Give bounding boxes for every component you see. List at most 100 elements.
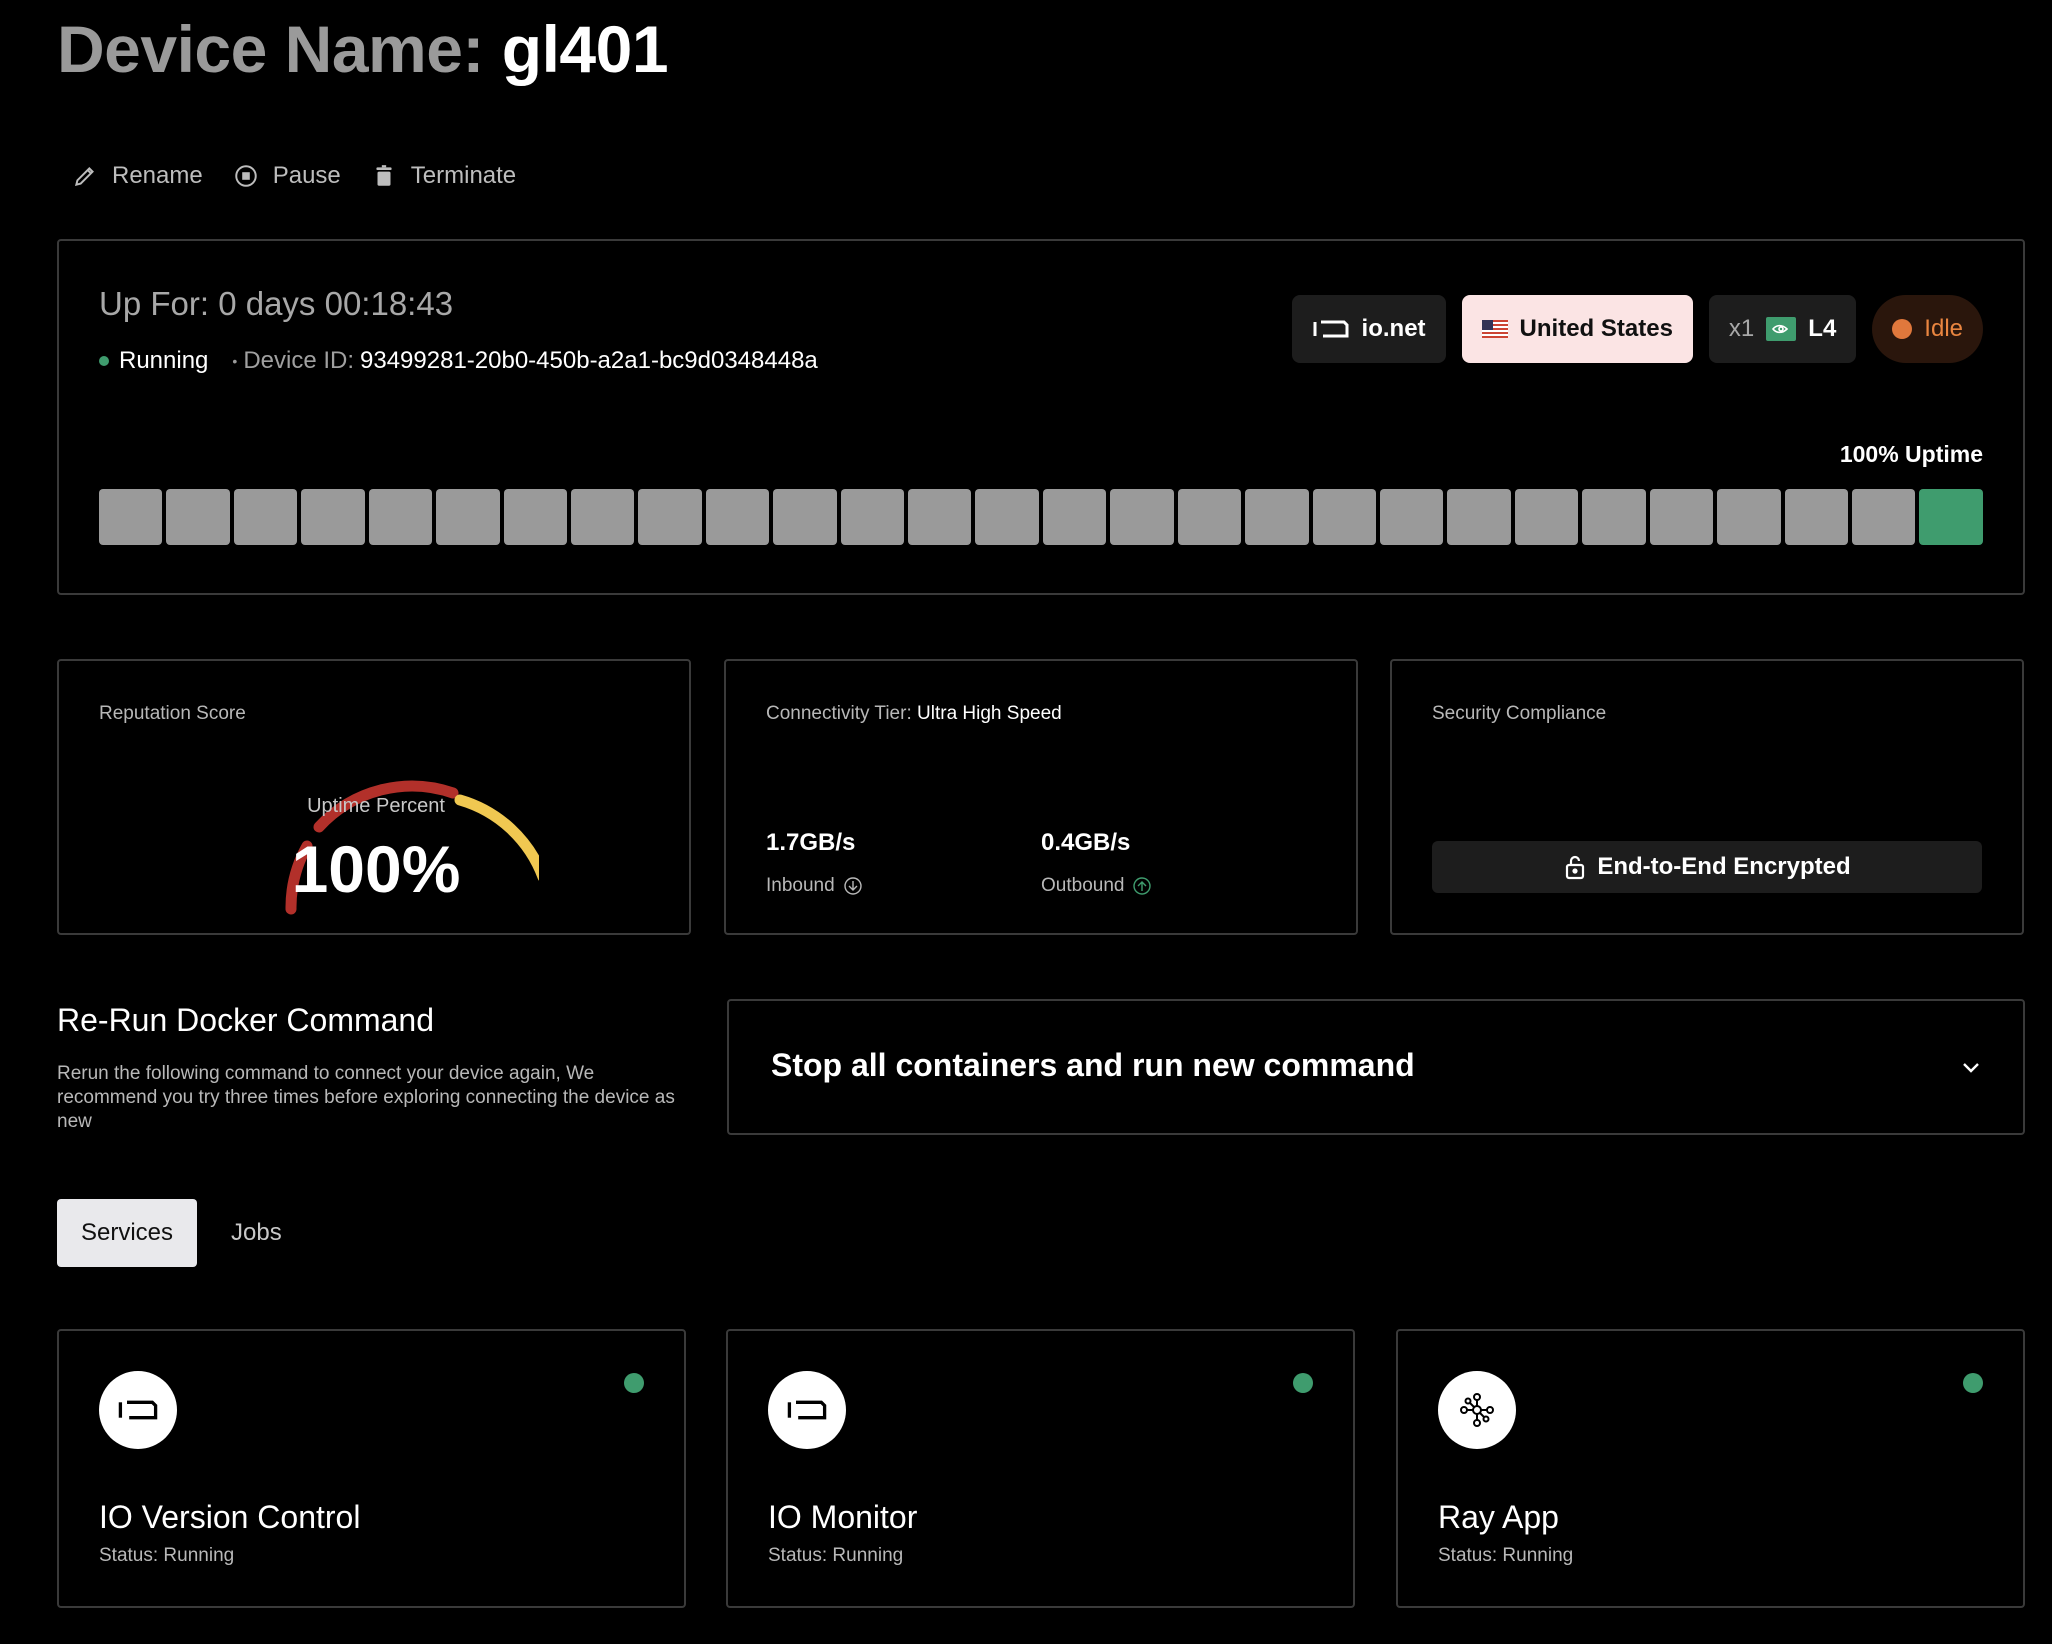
uptime-bar	[1919, 489, 1983, 545]
tab-services[interactable]: Services	[57, 1199, 198, 1267]
gauge-value: 100%	[291, 832, 461, 906]
tab-jobs[interactable]: Jobs	[207, 1199, 306, 1267]
io-logo-icon	[118, 1400, 158, 1420]
uptime-bar	[1380, 489, 1444, 545]
uptime-bar	[840, 489, 905, 545]
service-status: Status: Running	[99, 1545, 235, 1566]
uptime-bar	[1245, 489, 1309, 545]
uptime-bar	[1177, 489, 1242, 545]
device-name: gl401	[501, 12, 669, 86]
uptime-bar	[705, 489, 770, 545]
service-name: IO Monitor	[768, 1499, 918, 1535]
uptime-bar	[1649, 489, 1714, 545]
page-title: Device Name: gl401	[57, 10, 669, 89]
uptime-panel: Up For: 0 days 00:18:43 Running • Device…	[57, 239, 2025, 595]
device-badges: io.net United States x1 L4 Idle	[1291, 295, 1983, 363]
io-logo-icon	[787, 1400, 827, 1420]
uptime-bar	[1582, 489, 1646, 545]
uptime-bar	[1447, 489, 1511, 545]
connectivity-tier: Ultra High Speed	[917, 703, 1062, 724]
rename-button[interactable]: Rename	[72, 162, 203, 190]
service-status-dot-icon	[1293, 1373, 1313, 1393]
state-badge: Idle	[1872, 295, 1983, 363]
terminate-button[interactable]: Terminate	[371, 162, 516, 190]
chevron-down-icon	[1963, 1063, 1979, 1073]
pencil-icon	[74, 167, 94, 187]
terminate-label: Terminate	[410, 162, 517, 189]
gpu-model: L4	[1808, 315, 1837, 342]
uptime-bar	[503, 489, 567, 545]
uptime-bar	[301, 489, 365, 545]
us-flag-icon	[1481, 320, 1508, 338]
uptime-bar	[436, 489, 500, 545]
security-card: Security Compliance End-to-End Encrypted	[1390, 659, 2024, 935]
arrow-down-circle-icon	[843, 877, 862, 895]
outbound-stat: 0.4GB/s Outbound	[1041, 829, 1152, 897]
encryption-label: End-to-End Encrypted	[1597, 853, 1851, 880]
docker-selected-option: Stop all containers and run new command	[771, 1047, 1415, 1083]
rename-label: Rename	[112, 162, 203, 189]
security-label: Security Compliance	[1432, 703, 1607, 724]
inbound-label-row: Inbound	[766, 875, 863, 897]
uptime-bar	[638, 489, 702, 545]
outbound-value: 0.4GB/s	[1041, 829, 1131, 856]
country-badge: United States	[1461, 295, 1693, 363]
service-icon	[768, 1371, 846, 1449]
service-status: Status: Running	[1438, 1545, 1574, 1566]
ray-icon	[1460, 1393, 1494, 1427]
connectivity-tier-label: Connectivity Tier:	[766, 703, 912, 724]
docker-description: Rerun the following command to connect y…	[57, 1063, 675, 1132]
title-prefix: Device Name:	[57, 12, 502, 86]
docker-section-title: Re-Run Docker Command	[57, 1002, 435, 1038]
service-status-dot-icon	[1963, 1373, 1983, 1393]
uptime-bar	[233, 489, 298, 545]
lock-icon	[1566, 855, 1585, 880]
outbound-label: Outbound	[1041, 875, 1125, 896]
io-logo-icon	[1313, 320, 1349, 338]
service-card[interactable]: IO Version Control Status: Running	[57, 1329, 686, 1608]
uptime-bar	[166, 489, 230, 545]
nvidia-icon	[1766, 317, 1797, 341]
service-card[interactable]: IO Monitor Status: Running	[726, 1329, 1355, 1608]
provider-name: io.net	[1361, 315, 1426, 342]
uptime-bar	[1312, 489, 1377, 545]
uptime-percent-label: 100% Uptime	[1839, 441, 1983, 467]
uptime-bars	[99, 489, 1983, 545]
running-dot-icon	[99, 356, 109, 366]
docker-command-select[interactable]: Stop all containers and run new command	[727, 999, 2025, 1135]
uptime-bar	[1042, 489, 1107, 545]
tab-bar: Services Jobs	[57, 1199, 306, 1267]
service-icon	[1438, 1371, 1516, 1449]
gpu-badge: x1 L4	[1708, 295, 1857, 363]
connectivity-label: Connectivity Tier: Ultra High Speed	[766, 703, 1062, 725]
uptime-bar	[773, 489, 837, 545]
service-name: IO Version Control	[99, 1499, 361, 1535]
uptime-bar	[1514, 489, 1579, 545]
arrow-up-circle-icon	[1133, 877, 1152, 895]
pause-label: Pause	[272, 162, 341, 189]
country-name: United States	[1519, 315, 1673, 342]
pause-button[interactable]: Pause	[233, 162, 341, 190]
device-id-label: Device ID:	[243, 347, 355, 374]
device-actions: Rename Pause Terminate	[72, 162, 516, 190]
service-icon	[99, 1371, 177, 1449]
uptime-bar	[99, 489, 163, 545]
idle-dot-icon	[1892, 319, 1913, 339]
reputation-card: Reputation Score Uptime Percent 100%	[57, 659, 691, 935]
separator-dot: •	[232, 353, 238, 369]
service-card[interactable]: Ray App Status: Running	[1396, 1329, 2025, 1608]
encryption-badge: End-to-End Encrypted	[1432, 841, 1982, 893]
gauge-subtitle: Uptime Percent	[307, 795, 445, 817]
inbound-label: Inbound	[766, 875, 835, 896]
running-status: Running	[119, 347, 209, 374]
pause-icon	[234, 165, 257, 187]
uptime-bar	[1110, 489, 1174, 545]
device-id: 93499281-20b0-450b-a2a1-bc9d0348448a	[360, 347, 818, 374]
service-name: Ray App	[1438, 1499, 1559, 1535]
uptime-bar	[975, 489, 1039, 545]
provider-badge: io.net	[1291, 295, 1446, 363]
outbound-label-row: Outbound	[1041, 875, 1152, 897]
status-line: Running • Device ID: 93499281-20b0-450b-…	[99, 347, 818, 375]
up-for-text: Up For: 0 days 00:18:43	[99, 285, 454, 322]
state-label: Idle	[1924, 315, 1963, 342]
